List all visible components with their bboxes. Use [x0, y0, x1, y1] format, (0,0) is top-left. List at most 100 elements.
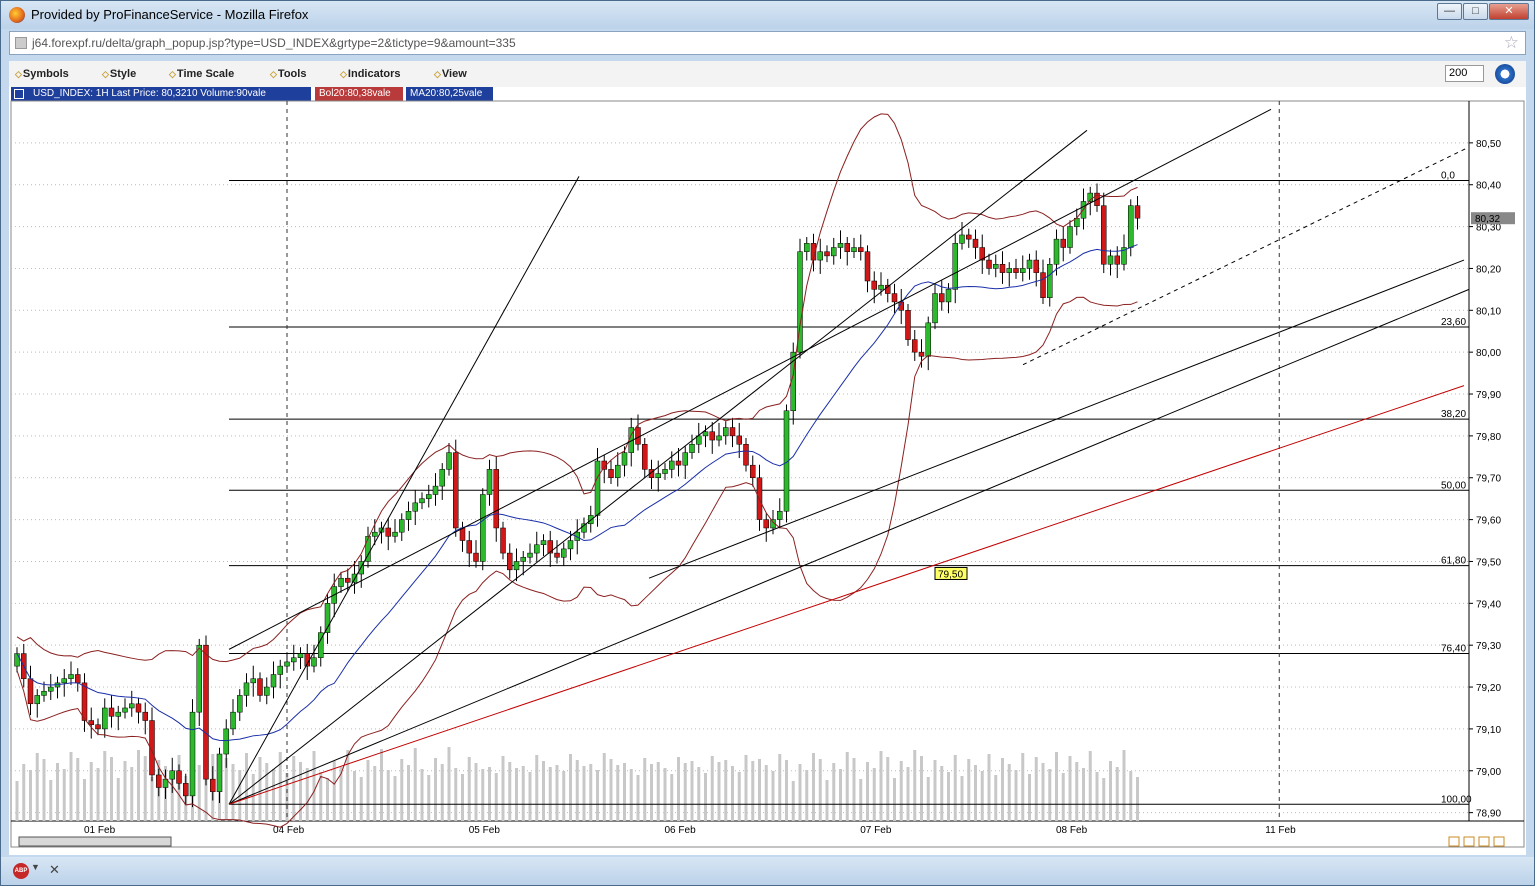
fib-level-label: 50,00	[1441, 480, 1466, 491]
candle-up	[277, 665, 283, 675]
candle-up	[338, 577, 344, 587]
candle-down	[891, 293, 898, 303]
candle-up	[993, 264, 999, 269]
candle-up	[1006, 268, 1012, 273]
volume-bar	[940, 766, 944, 821]
candle-down	[27, 678, 34, 705]
volume-bar	[312, 751, 316, 821]
candle-up	[831, 247, 837, 257]
volume-bar	[926, 777, 930, 821]
candle-down	[824, 251, 830, 257]
candle-up	[804, 243, 810, 252]
candle-down	[108, 707, 115, 717]
volume-bar	[528, 772, 532, 821]
price-annotation-label: 79,50	[938, 569, 963, 580]
volume-bar	[1075, 762, 1079, 821]
candle-down	[986, 259, 992, 269]
chart-applet: ◇Symbols ◇Style ◇Time Scale ◇Tools ◇Indi…	[9, 61, 1526, 855]
candle-up	[682, 452, 688, 466]
volume-bar	[832, 763, 836, 821]
candle-down	[864, 251, 871, 282]
volume-bar	[488, 767, 491, 821]
candle-up	[1026, 259, 1033, 269]
url-text[interactable]: j64.forexpf.ru/delta/graph_popup.jsp?typ…	[32, 36, 516, 50]
y-tick-label: 79,10	[1476, 725, 1501, 736]
maximize-button[interactable]: □	[1463, 3, 1488, 20]
price-chart[interactable]: 80,5080,4080,3080,2080,1080,0079,9079,80…	[9, 61, 1526, 855]
candle-down	[95, 724, 101, 730]
volume-bar	[629, 769, 633, 821]
y-tick-label: 79,90	[1476, 390, 1501, 401]
volume-bar	[886, 757, 890, 821]
candle-up	[270, 674, 277, 688]
candle-up	[68, 674, 74, 679]
volume-bar	[569, 754, 572, 821]
candle-up	[264, 686, 270, 696]
candle-down	[75, 674, 81, 684]
volume-bar	[1034, 757, 1038, 821]
y-tick-label: 78,90	[1476, 809, 1501, 820]
volume-bar	[1088, 751, 1092, 821]
candle-up	[655, 473, 661, 478]
minimize-button[interactable]: —	[1437, 3, 1462, 20]
volume-bar	[893, 778, 896, 821]
y-tick-label: 79,50	[1476, 557, 1501, 568]
volume-bar	[353, 771, 356, 821]
address-bar[interactable]: j64.forexpf.ru/delta/graph_popup.jsp?typ…	[9, 31, 1526, 55]
volume-bar	[650, 764, 653, 821]
volume-bar	[258, 757, 262, 821]
volume-bar	[501, 756, 505, 821]
candle-up	[61, 678, 67, 684]
volume-bar	[872, 768, 876, 821]
close-icon[interactable]: ✕	[49, 862, 60, 878]
volume-bar	[798, 764, 802, 821]
adblock-icon[interactable]: ABP	[13, 863, 29, 879]
volume-bar	[386, 770, 390, 821]
volume-bar	[69, 752, 73, 821]
candle-down	[257, 678, 263, 696]
volume-bar	[62, 769, 66, 821]
volume-bar	[866, 762, 869, 821]
volume-bar	[427, 775, 431, 821]
volume-bar	[744, 755, 748, 821]
volume-bar	[548, 767, 552, 821]
candle-down	[729, 427, 736, 437]
volume-bar	[663, 768, 667, 821]
chart-frame	[10, 100, 1525, 848]
candle-down	[459, 527, 466, 541]
chevron-down-icon[interactable]: ▼	[31, 862, 40, 872]
candle-up	[432, 485, 439, 495]
volume-bar	[596, 770, 599, 821]
volume-bar	[1048, 769, 1052, 821]
volume-bar	[251, 774, 255, 821]
volume-bar	[994, 775, 998, 821]
candle-up	[297, 653, 304, 658]
volume-bar	[960, 776, 964, 821]
volume-bar	[400, 759, 404, 821]
volume-bar	[197, 765, 201, 821]
volume-bar	[83, 779, 86, 821]
close-button[interactable]: ✕	[1489, 3, 1529, 20]
candle-down	[939, 293, 945, 303]
volume-bar	[818, 759, 822, 821]
candle-down	[844, 243, 850, 252]
candle-up	[122, 707, 128, 713]
candle-up	[250, 678, 256, 684]
volume-bar	[508, 762, 512, 821]
candle-up	[959, 234, 965, 244]
candle-up	[716, 435, 722, 441]
volume-bar	[717, 762, 721, 821]
volume-bar	[805, 770, 809, 821]
volume-bar	[906, 767, 910, 821]
candle-up	[34, 695, 40, 705]
volume-bar	[535, 755, 539, 821]
volume-bar	[562, 771, 566, 821]
volume-bar	[859, 779, 863, 821]
scroll-left-icon	[1478, 836, 1490, 847]
volume-bar	[494, 773, 498, 821]
volume-bar	[677, 757, 680, 821]
volume-bar	[609, 759, 613, 821]
candle-down	[1101, 205, 1107, 265]
bookmark-star-icon[interactable]: ☆	[1504, 33, 1519, 53]
candle-up	[216, 753, 223, 792]
